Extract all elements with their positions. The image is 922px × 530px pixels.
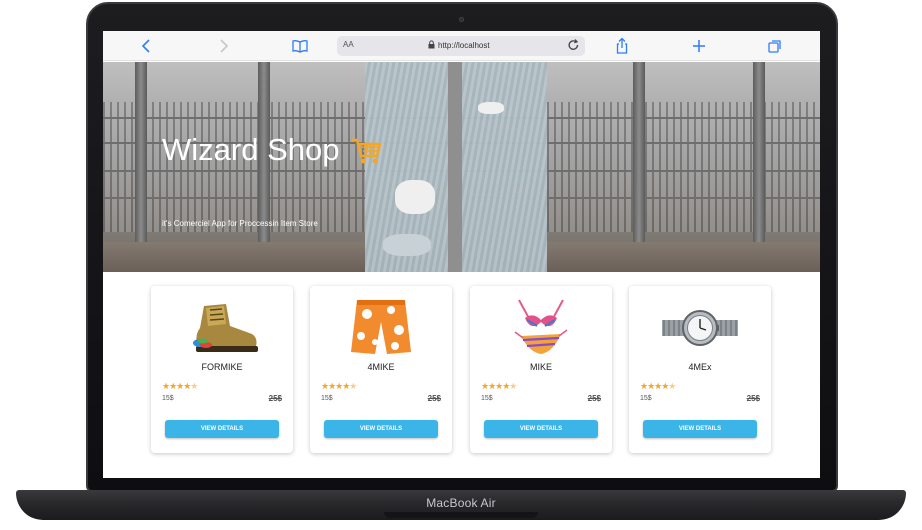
new-tab-icon[interactable] [690, 37, 708, 55]
rating-stars: ★★★★★ [481, 381, 517, 391]
browser-toolbar: AA http://localhost [103, 31, 820, 61]
fence-right [547, 102, 820, 232]
hero-subtitle: it's Comerciel App for Proccessin Item S… [162, 219, 318, 228]
watch-icon [660, 296, 740, 360]
product-card: 4MEx ★★★★★ 15$ 25$ VIEW DETAILS [629, 286, 771, 453]
product-old-price: 25$ [268, 394, 282, 403]
tabs-overview-icon[interactable] [766, 37, 784, 55]
product-name[interactable]: 4MIKE [310, 362, 452, 372]
lock-icon [428, 40, 435, 51]
product-price: 15$ [481, 395, 493, 402]
hero-title: Wizard Shop [162, 132, 340, 167]
screen: AA http://localhost Wizard Shop it's Com… [103, 31, 820, 478]
reload-icon[interactable] [567, 38, 580, 55]
shorts-icon [341, 296, 421, 360]
view-details-button[interactable]: VIEW DETAILS [165, 420, 279, 438]
product-price: 15$ [162, 395, 174, 402]
product-name[interactable]: MIKE [470, 362, 612, 372]
product-old-price: 25$ [587, 394, 601, 403]
bikini-icon [501, 296, 581, 360]
product-price: 15$ [640, 395, 652, 402]
product-old-price: 25$ [427, 394, 441, 403]
product-name[interactable]: 4MEx [629, 362, 771, 372]
hero-banner: Wizard Shop it's Comerciel App for Procc… [103, 62, 820, 272]
product-card: FORMIKE ★★★★★ 15$ 25$ VIEW DETAILS [151, 286, 293, 453]
back-icon[interactable] [138, 37, 156, 55]
camera [459, 17, 464, 22]
product-card: 4MIKE ★★★★★ 15$ 25$ VIEW DETAILS [310, 286, 452, 453]
view-details-button[interactable]: VIEW DETAILS [324, 420, 438, 438]
address-bar[interactable]: AA http://localhost [337, 36, 585, 56]
product-card: MIKE ★★★★★ 15$ 25$ VIEW DETAILS [470, 286, 612, 453]
product-old-price: 25$ [746, 394, 760, 403]
product-name[interactable]: FORMIKE [151, 362, 293, 372]
boot-icon [182, 296, 262, 360]
rating-stars: ★★★★★ [321, 381, 357, 391]
base-notch [384, 512, 538, 518]
shopping-cart-icon [350, 134, 382, 166]
product-price: 15$ [321, 395, 333, 402]
rating-stars: ★★★★★ [162, 381, 198, 391]
view-details-button[interactable]: VIEW DETAILS [484, 420, 598, 438]
view-details-button[interactable]: VIEW DETAILS [643, 420, 757, 438]
bookmarks-icon[interactable] [291, 37, 309, 55]
text-size-button[interactable]: AA [343, 40, 354, 49]
share-icon[interactable] [613, 37, 631, 55]
forward-icon[interactable] [214, 37, 232, 55]
rating-stars: ★★★★★ [640, 381, 676, 391]
model-label: MacBook Air [426, 496, 496, 510]
url-text: http://localhost [438, 41, 490, 50]
